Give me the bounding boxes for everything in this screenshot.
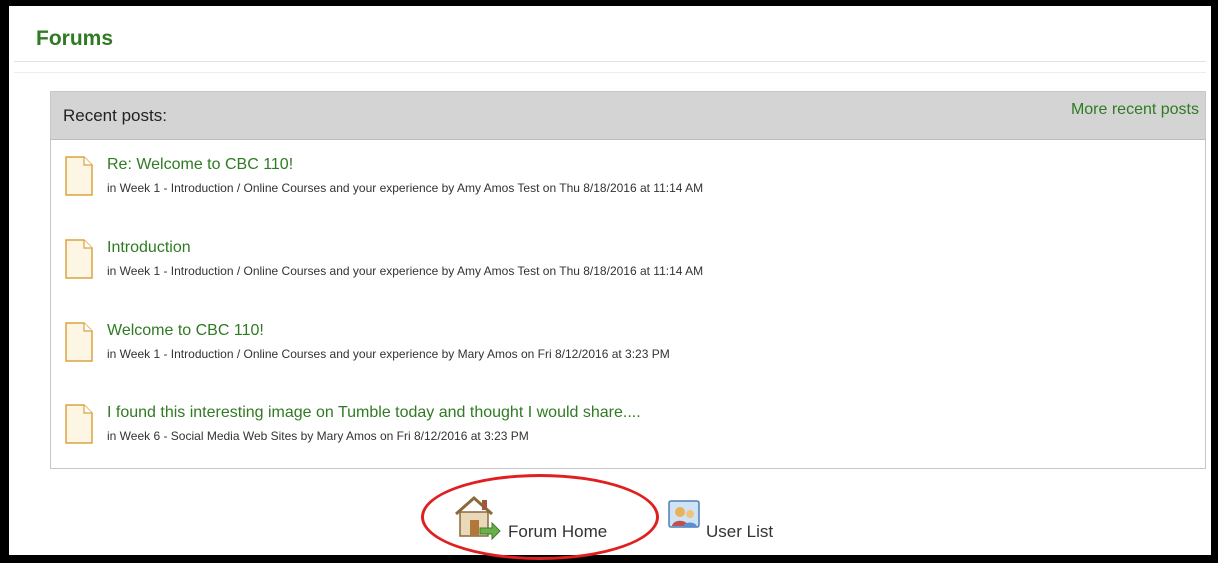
post-meta: in Week 1 - Introduction / Online Course…	[107, 264, 704, 278]
post-title-link[interactable]: Welcome to CBC 110!	[107, 322, 264, 340]
recent-posts-header: Recent posts: More recent posts	[51, 92, 1205, 140]
forum-home-button[interactable]: Forum Home	[452, 492, 652, 542]
user-list-button[interactable]: User List	[668, 492, 808, 542]
post-item: Re: Welcome to CBC 110! in Week 1 - Intr…	[65, 156, 1185, 206]
recent-posts-panel: Recent posts: More recent posts Re: Welc…	[50, 91, 1206, 469]
home-icon	[455, 495, 501, 541]
user-list-label[interactable]: User List	[706, 522, 773, 542]
post-title-link[interactable]: I found this interesting image on Tumble…	[107, 404, 641, 422]
recent-posts-heading: Recent posts:	[63, 106, 167, 125]
document-icon	[65, 322, 93, 362]
title-divider	[14, 61, 1206, 62]
post-meta: in Week 6 - Social Media Web Sites by Ma…	[107, 429, 529, 443]
users-icon	[668, 500, 700, 528]
post-title-link[interactable]: Re: Welcome to CBC 110!	[107, 156, 293, 174]
document-icon	[65, 239, 93, 279]
post-item: I found this interesting image on Tumble…	[65, 404, 1185, 454]
document-icon	[65, 156, 93, 196]
post-item: Introduction in Week 1 - Introduction / …	[65, 239, 1185, 289]
forum-home-label[interactable]: Forum Home	[508, 522, 607, 542]
document-icon	[65, 404, 93, 444]
more-recent-posts-link[interactable]: More recent posts	[1071, 101, 1199, 119]
post-meta: in Week 1 - Introduction / Online Course…	[107, 347, 670, 361]
post-item: Welcome to CBC 110! in Week 1 - Introduc…	[65, 322, 1185, 372]
page-title: Forums	[36, 27, 114, 50]
post-meta: in Week 1 - Introduction / Online Course…	[107, 181, 704, 195]
title-divider-secondary	[14, 72, 1206, 73]
post-title-link[interactable]: Introduction	[107, 239, 191, 257]
forum-footer-links: Forum Home User List	[0, 492, 1218, 552]
